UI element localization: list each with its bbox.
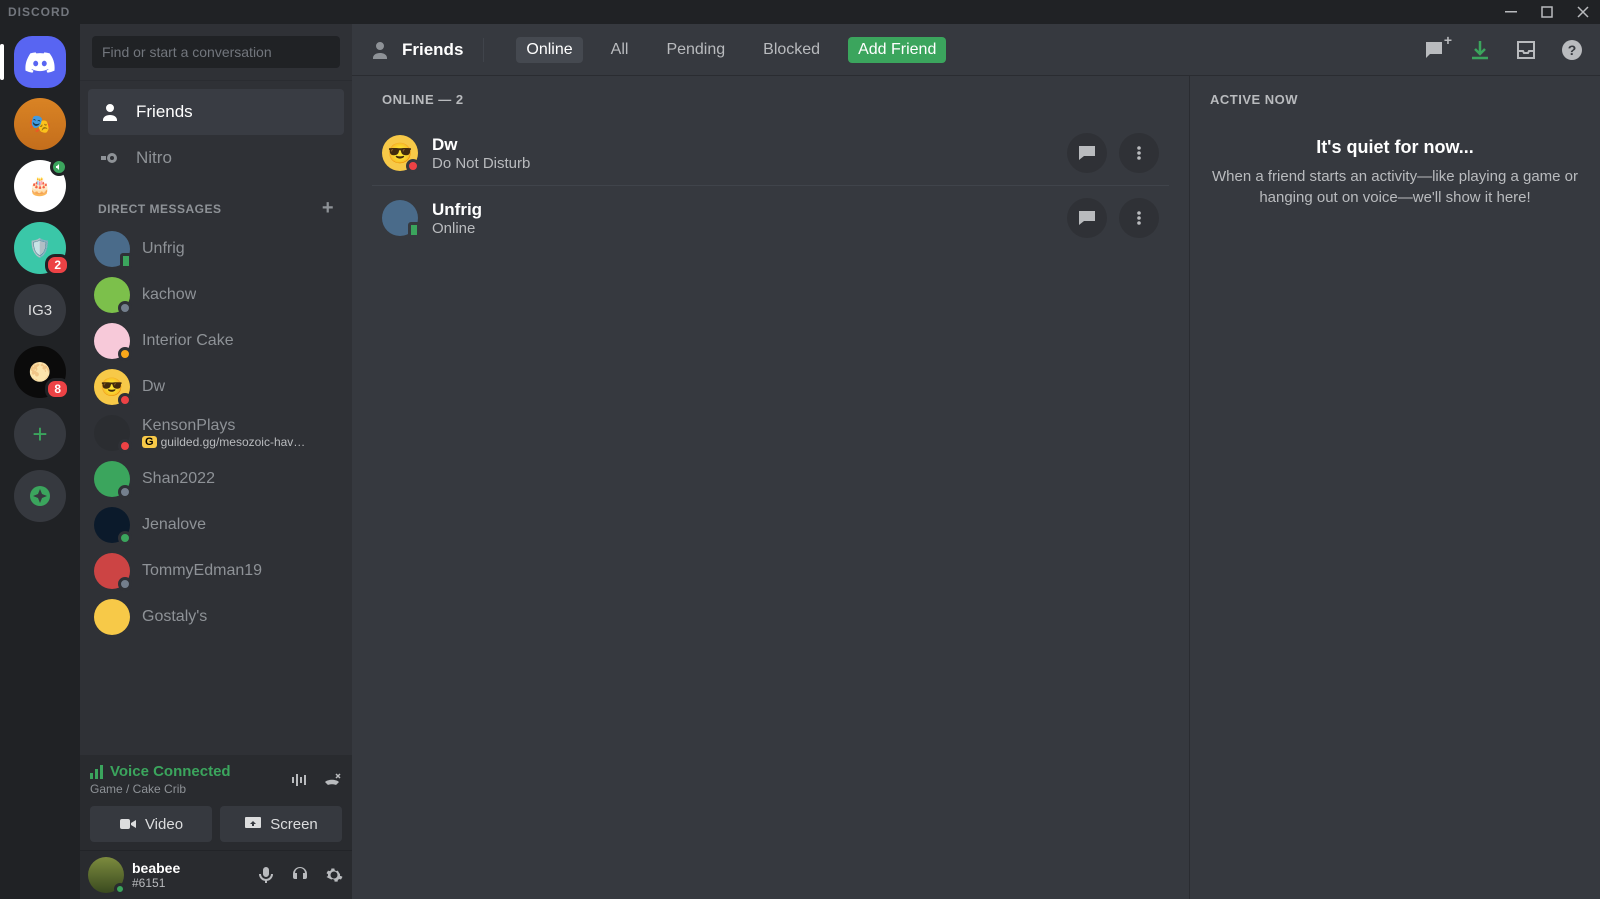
close-button[interactable] xyxy=(1574,6,1592,18)
friend-row[interactable]: UnfrigOnline xyxy=(372,185,1169,250)
user-avatar[interactable] xyxy=(88,857,124,893)
tab-friends[interactable]: Friends xyxy=(88,89,344,135)
active-now-title: ACTIVE NOW xyxy=(1210,92,1580,107)
dm-item[interactable]: Shan2022 xyxy=(88,456,344,502)
guild-g1[interactable]: 🎭 xyxy=(14,98,66,150)
search-input[interactable] xyxy=(92,36,340,68)
message-button[interactable] xyxy=(1067,133,1107,173)
friend-name: Dw xyxy=(432,135,530,155)
signal-icon xyxy=(90,765,104,779)
window-controls xyxy=(1502,6,1592,18)
active-now-panel: ACTIVE NOW It's quiet for now... When a … xyxy=(1190,76,1600,899)
guild-g5[interactable]: 🌕8 xyxy=(14,346,66,398)
dm-name: Jenalove xyxy=(142,516,206,534)
top-tab-all[interactable]: All xyxy=(601,37,639,63)
add-server-button[interactable]: + xyxy=(14,408,66,460)
dm-name: Dw xyxy=(142,378,165,396)
nitro-icon xyxy=(98,146,122,170)
dm-name: Gostaly's xyxy=(142,608,207,626)
message-button[interactable] xyxy=(1067,198,1107,238)
noise-suppress-button[interactable] xyxy=(290,770,310,790)
dm-item[interactable]: KensonPlaysG guilded.gg/mesozoic-hav… xyxy=(88,410,344,456)
explore-button[interactable] xyxy=(14,470,66,522)
more-button[interactable] xyxy=(1119,133,1159,173)
screen-icon xyxy=(244,815,262,833)
dm-item[interactable]: TommyEdman19 xyxy=(88,548,344,594)
guild-g4[interactable]: IG3 xyxy=(14,284,66,336)
dm-name: Interior Cake xyxy=(142,332,234,350)
friends-list: ONLINE — 2 😎DwDo Not DisturbUnfrigOnline xyxy=(352,76,1190,899)
top-tab-online[interactable]: Online xyxy=(516,37,582,63)
dm-name: Unfrig xyxy=(142,240,185,258)
more-button[interactable] xyxy=(1119,198,1159,238)
guild-g2[interactable]: 🎂 xyxy=(14,160,66,212)
voice-panel: Voice Connected Game / Cake Crib Video xyxy=(80,755,352,851)
active-now-empty-title: It's quiet for now... xyxy=(1210,137,1580,158)
friends-icon xyxy=(98,100,122,124)
tab-nitro[interactable]: Nitro xyxy=(88,135,344,181)
top-tab-blocked[interactable]: Blocked xyxy=(753,37,830,63)
guild-home[interactable] xyxy=(14,36,66,88)
dm-name: TommyEdman19 xyxy=(142,562,262,580)
svg-text:?: ? xyxy=(1568,42,1577,58)
friend-status: Do Not Disturb xyxy=(432,155,530,172)
voice-status[interactable]: Voice Connected xyxy=(90,763,231,780)
dm-item[interactable]: 😎Dw xyxy=(88,364,344,410)
dm-item[interactable]: Interior Cake xyxy=(88,318,344,364)
user-tag: #6151 xyxy=(132,876,180,890)
maximize-button[interactable] xyxy=(1538,6,1556,18)
tab-nitro-label: Nitro xyxy=(136,148,172,168)
friend-status: Online xyxy=(432,220,482,237)
friend-row[interactable]: 😎DwDo Not Disturb xyxy=(372,121,1169,185)
mute-button[interactable] xyxy=(256,865,276,885)
dm-sidebar: Friends Nitro DIRECT MESSAGES + Unfrig ka… xyxy=(80,24,352,899)
title-bar: DISCORD xyxy=(0,0,1600,24)
video-button[interactable]: Video xyxy=(90,806,212,842)
inbox-button[interactable] xyxy=(1514,38,1538,62)
dm-subtext: G guilded.gg/mesozoic-hav… xyxy=(142,435,305,449)
tab-friends-label: Friends xyxy=(136,102,193,122)
add-friend-button[interactable]: Add Friend xyxy=(848,37,946,63)
download-button[interactable] xyxy=(1468,38,1492,62)
deafen-button[interactable] xyxy=(290,865,310,885)
screen-share-button[interactable]: Screen xyxy=(220,806,342,842)
user-panel: beabee #6151 xyxy=(80,851,352,899)
user-name: beabee xyxy=(132,860,180,876)
active-now-empty-body: When a friend starts an activity—like pl… xyxy=(1210,166,1580,208)
voice-channel[interactable]: Game / Cake Crib xyxy=(90,782,231,796)
dm-name: KensonPlays xyxy=(142,417,305,435)
top-bar: Friends Online All Pending Blocked Add Frien… xyxy=(352,24,1600,76)
new-group-dm-button[interactable]: + xyxy=(1422,38,1446,62)
disconnect-button[interactable] xyxy=(322,770,342,790)
guilds-bar: 🎭 🎂 🛡️2 IG3 🌕8 + xyxy=(0,24,80,899)
friend-name: Unfrig xyxy=(432,200,482,220)
dm-name: Shan2022 xyxy=(142,470,215,488)
help-button[interactable]: ? xyxy=(1560,38,1584,62)
dm-item[interactable]: Jenalove xyxy=(88,502,344,548)
settings-button[interactable] xyxy=(324,865,344,885)
new-dm-button[interactable]: + xyxy=(322,197,334,220)
online-count-label: ONLINE — 2 xyxy=(372,92,1169,107)
top-tab-pending[interactable]: Pending xyxy=(656,37,735,63)
dm-item[interactable]: Gostaly's xyxy=(88,594,344,640)
minimize-button[interactable] xyxy=(1502,6,1520,18)
app-brand: DISCORD xyxy=(8,5,70,19)
main-content: Friends Online All Pending Blocked Add Frien… xyxy=(352,24,1600,899)
dm-item[interactable]: Unfrig xyxy=(88,226,344,272)
dm-header-label: DIRECT MESSAGES xyxy=(98,202,222,216)
dm-item[interactable]: kachow xyxy=(88,272,344,318)
dm-name: kachow xyxy=(142,286,196,304)
friends-heading: Friends xyxy=(368,38,463,62)
friends-icon xyxy=(368,38,392,62)
guild-g3[interactable]: 🛡️2 xyxy=(14,222,66,274)
video-icon xyxy=(119,815,137,833)
